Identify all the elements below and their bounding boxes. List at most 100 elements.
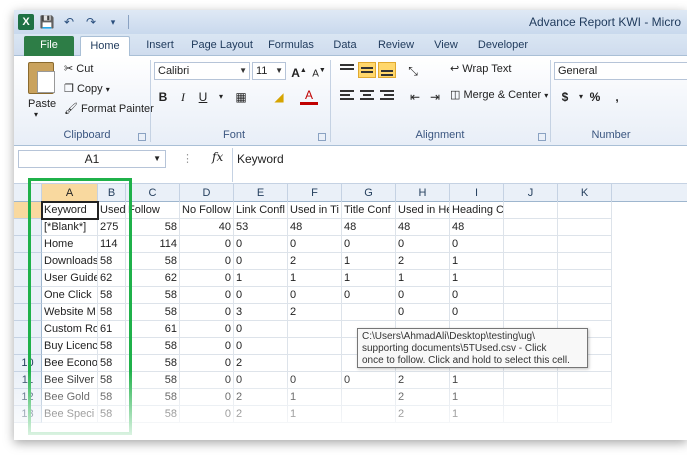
cell-c[interactable]: 58: [126, 287, 180, 304]
cell-e[interactable]: 2: [234, 355, 288, 372]
cell-k[interactable]: [558, 406, 612, 423]
save-icon[interactable]: 💾: [38, 13, 56, 31]
customize-icon[interactable]: ▾: [104, 13, 122, 31]
paste-dropdown-icon[interactable]: ▾: [34, 110, 38, 119]
cell-d[interactable]: 0: [180, 389, 234, 406]
cell-j[interactable]: [504, 389, 558, 406]
merge-center-button[interactable]: ◫ Merge & Center ▾: [450, 88, 548, 101]
font-launcher-icon[interactable]: [318, 133, 326, 141]
comma-button[interactable]: ,: [608, 88, 626, 106]
cell-d[interactable]: 0: [180, 236, 234, 253]
cell-e[interactable]: Link Confl: [234, 202, 288, 219]
cell-j[interactable]: [504, 287, 558, 304]
align-middle-icon[interactable]: [358, 62, 376, 78]
cell-e[interactable]: 0: [234, 253, 288, 270]
cell-c[interactable]: 114: [126, 236, 180, 253]
cell-k[interactable]: [558, 287, 612, 304]
column-header-k[interactable]: K: [558, 184, 612, 202]
cell-j[interactable]: [504, 202, 558, 219]
column-header-c[interactable]: C: [126, 184, 180, 202]
align-right-icon[interactable]: [378, 88, 396, 104]
cell-f[interactable]: 0: [288, 287, 342, 304]
tab-home[interactable]: Home: [80, 36, 130, 57]
cell-k[interactable]: [558, 236, 612, 253]
cell-d[interactable]: 0: [180, 304, 234, 321]
cell-i[interactable]: 0: [450, 287, 504, 304]
cell-d[interactable]: 0: [180, 406, 234, 423]
cut-button[interactable]: ✂ Cut: [64, 62, 93, 75]
align-top-icon[interactable]: [338, 62, 356, 78]
cell-g[interactable]: 1: [342, 253, 396, 270]
cell-f[interactable]: 1: [288, 270, 342, 287]
cell-e[interactable]: 0: [234, 236, 288, 253]
clipboard-launcher-icon[interactable]: [138, 133, 146, 141]
cell-g[interactable]: [342, 406, 396, 423]
underline-dropdown-icon[interactable]: ▾: [212, 88, 230, 106]
redo-icon[interactable]: ↷: [82, 13, 100, 31]
cell-c[interactable]: 58: [126, 389, 180, 406]
column-header-e[interactable]: E: [234, 184, 288, 202]
shrink-font-button[interactable]: A▼: [310, 62, 328, 80]
cell-k[interactable]: [558, 304, 612, 321]
cell-d[interactable]: 0: [180, 253, 234, 270]
column-header-h[interactable]: H: [396, 184, 450, 202]
column-header-d[interactable]: D: [180, 184, 234, 202]
cell-d[interactable]: 0: [180, 372, 234, 389]
wrap-text-button[interactable]: ↩ Wrap Text: [450, 62, 511, 75]
name-box[interactable]: A1 ▼: [18, 150, 166, 168]
cell-g[interactable]: 0: [342, 236, 396, 253]
cell-g[interactable]: 1: [342, 270, 396, 287]
cell-g[interactable]: 0: [342, 287, 396, 304]
cell-e[interactable]: 0: [234, 321, 288, 338]
cell-f[interactable]: [288, 321, 342, 338]
cell-g[interactable]: Title Conf: [342, 202, 396, 219]
cell-g[interactable]: 48: [342, 219, 396, 236]
font-color-icon[interactable]: A: [300, 88, 318, 105]
cell-k[interactable]: [558, 219, 612, 236]
font-size-select[interactable]: 11 ▼: [252, 62, 286, 80]
cell-h[interactable]: 2: [396, 406, 450, 423]
align-bottom-icon[interactable]: [378, 62, 396, 78]
tab-data[interactable]: Data: [325, 36, 365, 56]
cell-i[interactable]: 1: [450, 372, 504, 389]
borders-icon[interactable]: ▦: [232, 88, 250, 106]
cell-c[interactable]: 58: [126, 253, 180, 270]
cell-j[interactable]: [504, 270, 558, 287]
cell-i[interactable]: 1: [450, 253, 504, 270]
align-left-icon[interactable]: [338, 88, 356, 104]
column-header-i[interactable]: I: [450, 184, 504, 202]
tab-formulas[interactable]: Formulas: [262, 36, 320, 56]
excel-icon[interactable]: X: [18, 14, 34, 30]
cell-d[interactable]: No Follow: [180, 202, 234, 219]
cell-d[interactable]: 0: [180, 321, 234, 338]
cell-i[interactable]: 1: [450, 406, 504, 423]
increase-indent-icon[interactable]: ⇥: [426, 88, 444, 106]
cell-c[interactable]: 58: [126, 338, 180, 355]
format-painter-button[interactable]: 🖌 Format Painter: [64, 102, 154, 115]
cell-i[interactable]: 0: [450, 236, 504, 253]
italic-button[interactable]: I: [174, 88, 192, 106]
cell-e[interactable]: 0: [234, 287, 288, 304]
cell-j[interactable]: [504, 372, 558, 389]
orientation-icon[interactable]: ⤡: [404, 62, 422, 80]
cell-i[interactable]: 1: [450, 270, 504, 287]
cell-e[interactable]: 53: [234, 219, 288, 236]
cell-f[interactable]: 0: [288, 236, 342, 253]
cell-d[interactable]: 0: [180, 355, 234, 372]
cell-h[interactable]: Used in He: [396, 202, 450, 219]
tab-view[interactable]: View: [426, 36, 466, 56]
cell-c[interactable]: Follow: [126, 202, 180, 219]
percent-button[interactable]: %: [586, 88, 604, 106]
cell-e[interactable]: 3: [234, 304, 288, 321]
cell-g[interactable]: 0: [342, 372, 396, 389]
cell-d[interactable]: 0: [180, 287, 234, 304]
cell-i[interactable]: Heading Conflict: [450, 202, 504, 219]
cell-c[interactable]: 58: [126, 355, 180, 372]
cell-i[interactable]: 48: [450, 219, 504, 236]
cell-d[interactable]: 40: [180, 219, 234, 236]
cell-f[interactable]: 1: [288, 389, 342, 406]
cell-e[interactable]: 0: [234, 338, 288, 355]
tab-developer[interactable]: Developer: [470, 36, 536, 56]
number-format-select[interactable]: General: [554, 62, 687, 80]
underline-button[interactable]: U: [194, 88, 212, 106]
